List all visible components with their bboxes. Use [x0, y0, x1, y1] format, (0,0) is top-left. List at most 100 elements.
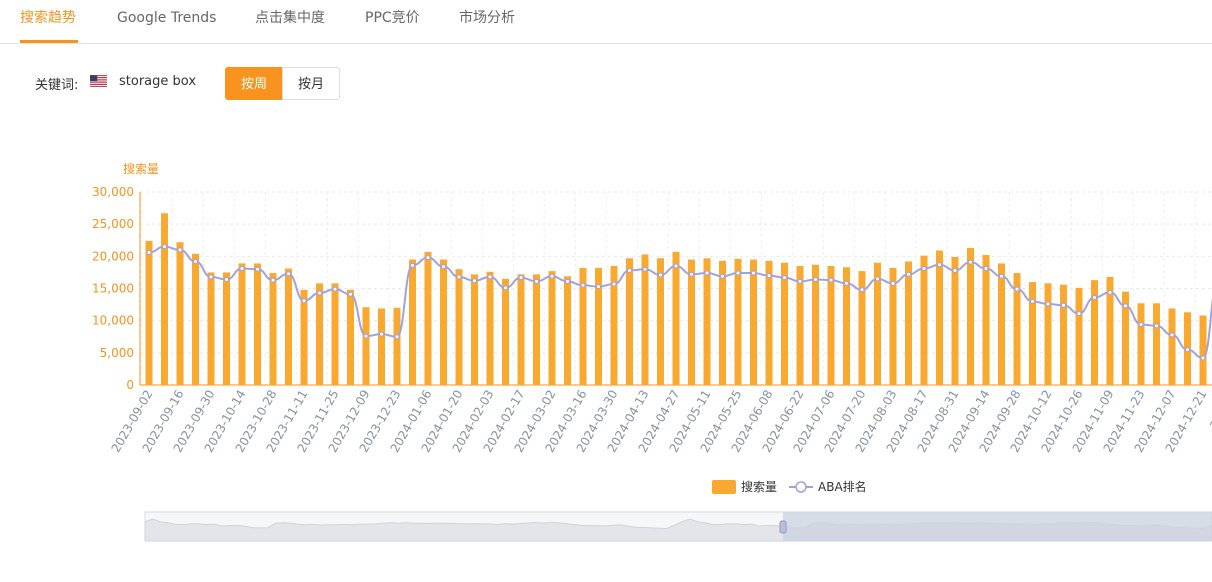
bar [626, 258, 633, 385]
bar [781, 262, 788, 385]
y-tick-label: 15,000 [92, 282, 134, 296]
line-point [673, 263, 679, 269]
bar [641, 254, 649, 385]
bar [1153, 303, 1160, 385]
bar [703, 258, 711, 385]
line-point [487, 274, 493, 280]
line-point [549, 273, 555, 279]
slider-handle[interactable] [779, 520, 787, 534]
line-point [286, 271, 291, 277]
bar [1060, 284, 1067, 385]
line-point [906, 271, 911, 277]
line-point [425, 255, 431, 261]
y-axis-title: 搜索量 [123, 161, 159, 176]
legend-swatch-search-volume[interactable] [712, 480, 736, 494]
line-point [410, 262, 415, 268]
bar [316, 283, 323, 385]
weekly-toggle-button[interactable]: 按周 [225, 67, 283, 100]
line-point [627, 267, 632, 273]
line-point [751, 270, 756, 276]
line-point [596, 284, 601, 290]
tab-ppc-bidding[interactable]: PPC竞价 [365, 0, 420, 36]
line-point [580, 282, 586, 288]
bar [1029, 282, 1036, 385]
bar [548, 271, 556, 385]
bar [1075, 287, 1083, 385]
tab-search-trend[interactable]: 搜索趋势 [20, 0, 76, 36]
line-point [642, 266, 648, 272]
bar [688, 259, 695, 385]
line-point [859, 287, 865, 293]
line-point [472, 278, 477, 284]
line-point [301, 298, 307, 304]
bar [254, 263, 261, 385]
line-point [720, 273, 725, 279]
bar [347, 289, 354, 385]
line-point [534, 278, 539, 284]
bar [331, 283, 339, 385]
y-tick-label: 5,000 [100, 346, 134, 360]
line-point [379, 331, 384, 337]
bar [719, 260, 726, 385]
line-point [875, 276, 880, 282]
line-point [177, 247, 183, 253]
line-point [735, 270, 741, 276]
line-point [1045, 301, 1051, 307]
line-point [317, 290, 322, 296]
bar [827, 265, 835, 385]
line-point [999, 273, 1004, 279]
line-point [1169, 332, 1175, 338]
line-point [394, 334, 400, 340]
bar [424, 251, 432, 385]
bar [393, 307, 401, 385]
bar [486, 271, 494, 385]
tab-bar: 搜索趋势 Google Trends 点击集中度 PPC竞价 市场分析 [0, 0, 1212, 44]
line-point [921, 266, 927, 272]
line-point [1107, 289, 1113, 295]
line-point [332, 286, 338, 292]
monthly-toggle-button[interactable]: 按月 [282, 67, 340, 100]
bar [269, 273, 277, 385]
line-point [1076, 311, 1082, 317]
bar [1044, 283, 1052, 385]
line-point [270, 277, 276, 283]
bar [564, 276, 571, 385]
line-point [937, 262, 942, 268]
line-point [363, 333, 369, 339]
keyword-label: 关键词: [35, 78, 79, 93]
line-point [844, 280, 849, 286]
tab-click-concentration[interactable]: 点击集中度 [255, 0, 325, 36]
line-point [1123, 303, 1128, 309]
bar [440, 259, 447, 385]
bar [471, 274, 478, 385]
line-point [1061, 302, 1066, 308]
active-tab-indicator [20, 40, 78, 43]
bar [750, 259, 757, 385]
us-flag-icon [90, 75, 107, 87]
tab-google-trends[interactable]: Google Trends [117, 0, 216, 36]
bar [533, 274, 540, 385]
line-point [208, 274, 214, 280]
y-tick-label: 10,000 [92, 314, 134, 328]
bar [998, 263, 1005, 385]
bar [672, 251, 680, 385]
bar [982, 255, 990, 385]
tab-market-analysis[interactable]: 市场分析 [459, 0, 515, 36]
legend-marker-aba-rank [795, 481, 807, 493]
line-point [1154, 323, 1159, 329]
bar [905, 261, 912, 385]
line-point [1200, 355, 1206, 361]
line-point [1138, 322, 1144, 328]
bar [936, 250, 943, 385]
line-point [503, 285, 508, 291]
line-point [1092, 295, 1097, 301]
bar [238, 263, 246, 385]
line-point [1014, 286, 1020, 292]
line-point [239, 266, 245, 272]
bar [207, 272, 215, 385]
bar [161, 213, 168, 385]
bar [192, 253, 199, 385]
legend-label-aba-rank: ABA排名 [818, 479, 867, 494]
slider-selected-range[interactable] [783, 512, 1212, 541]
line-point [704, 270, 710, 276]
